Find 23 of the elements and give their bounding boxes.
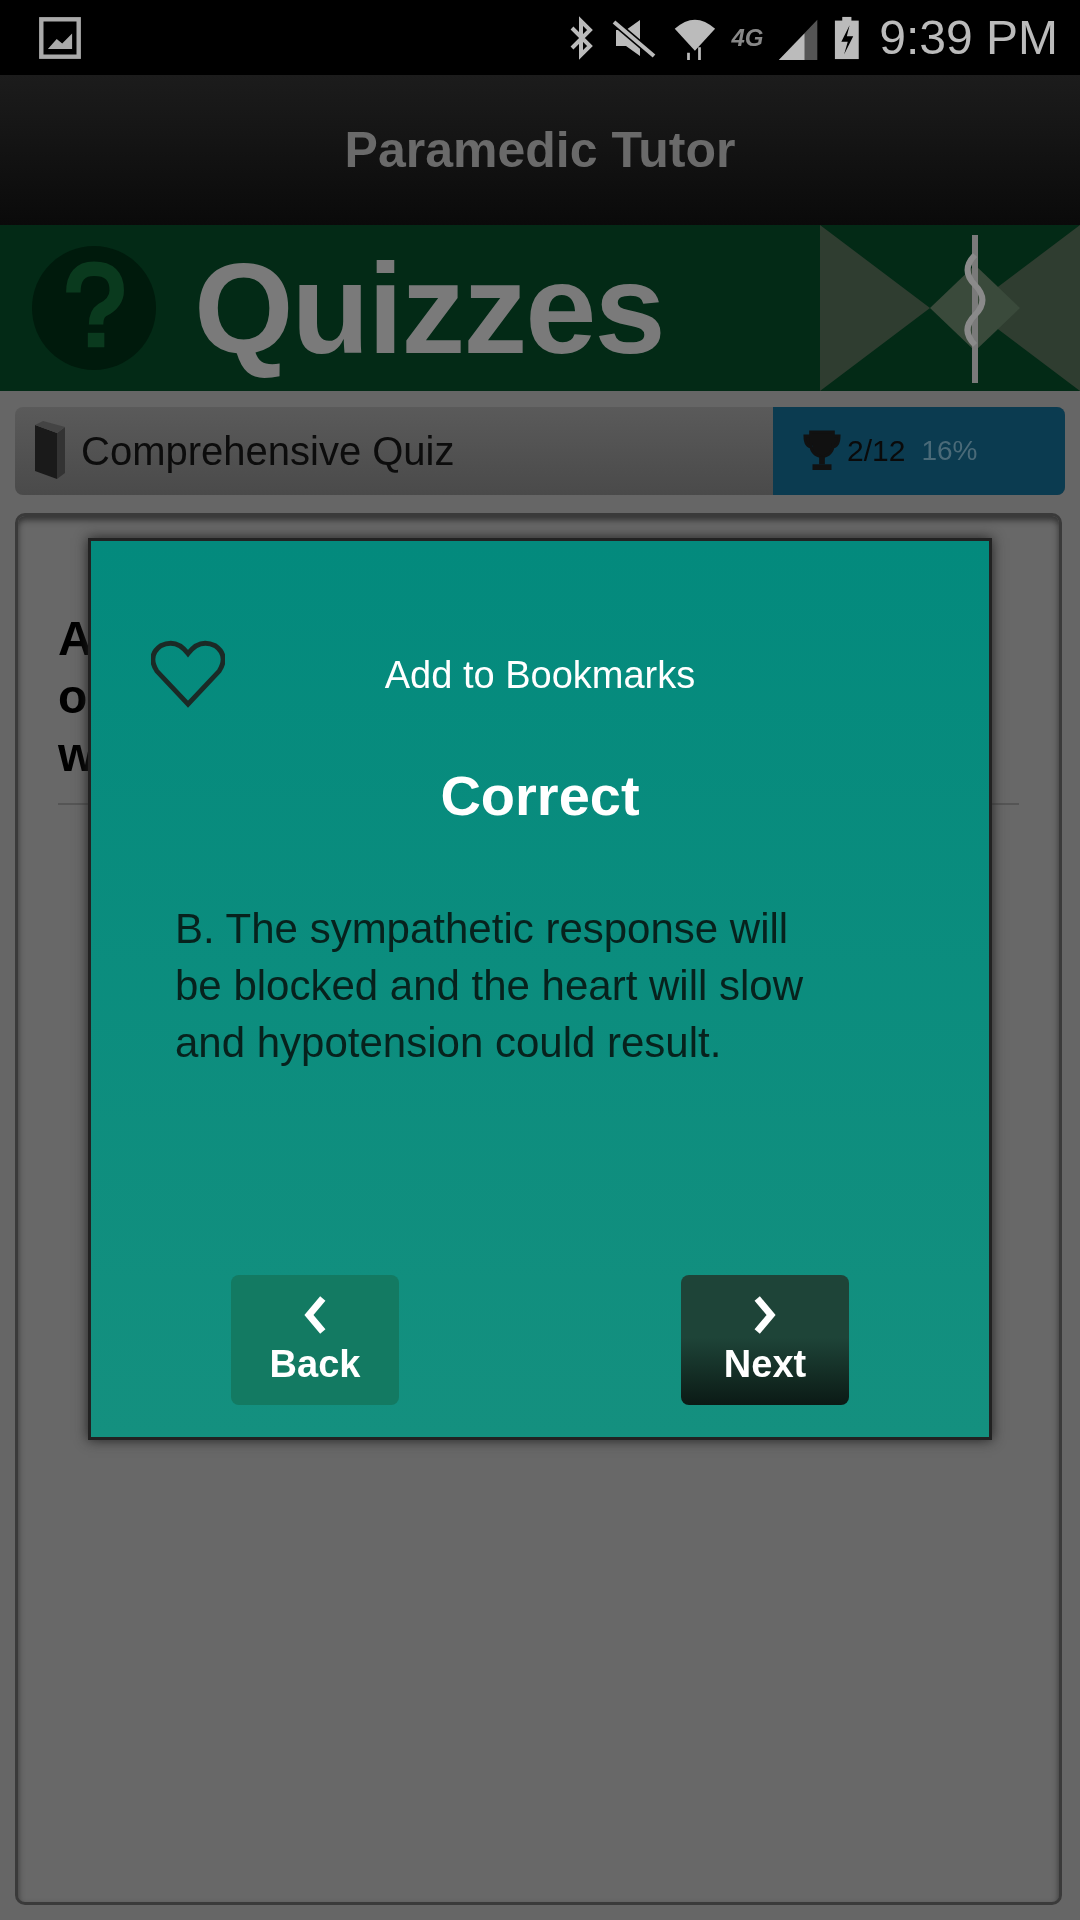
quiz-name: Comprehensive Quiz [81, 428, 456, 474]
staff-of-asclepius-icon [820, 225, 1080, 391]
gallery-icon [38, 15, 82, 60]
book-icon [33, 421, 67, 481]
network-type: 4G [731, 23, 764, 52]
quiz-percent: 16% [921, 435, 978, 467]
question-mark-icon [32, 246, 156, 370]
question-text: o [58, 669, 88, 725]
trophy-icon [803, 430, 841, 472]
chevron-right-icon [752, 1294, 778, 1335]
answer-text: B. The sympathetic response will be blocked and the heart will slow and hypotension could result. [175, 904, 805, 1068]
question-text: A [58, 611, 93, 667]
battery-charging-icon [833, 15, 860, 60]
chevron-left-icon [302, 1294, 328, 1335]
next-button[interactable]: Next [681, 1275, 849, 1405]
result-title: Correct [440, 763, 640, 828]
heart-icon[interactable] [151, 639, 225, 709]
app-title: Paramedic Tutor [344, 121, 736, 179]
banner-title: Quizzes [194, 235, 664, 382]
bookmark-label[interactable]: Add to Bookmarks [384, 653, 696, 697]
quiz-score: 2/12 [847, 434, 906, 468]
status-time: 9:39 PM [879, 10, 1058, 65]
back-button[interactable]: Back [231, 1275, 399, 1405]
